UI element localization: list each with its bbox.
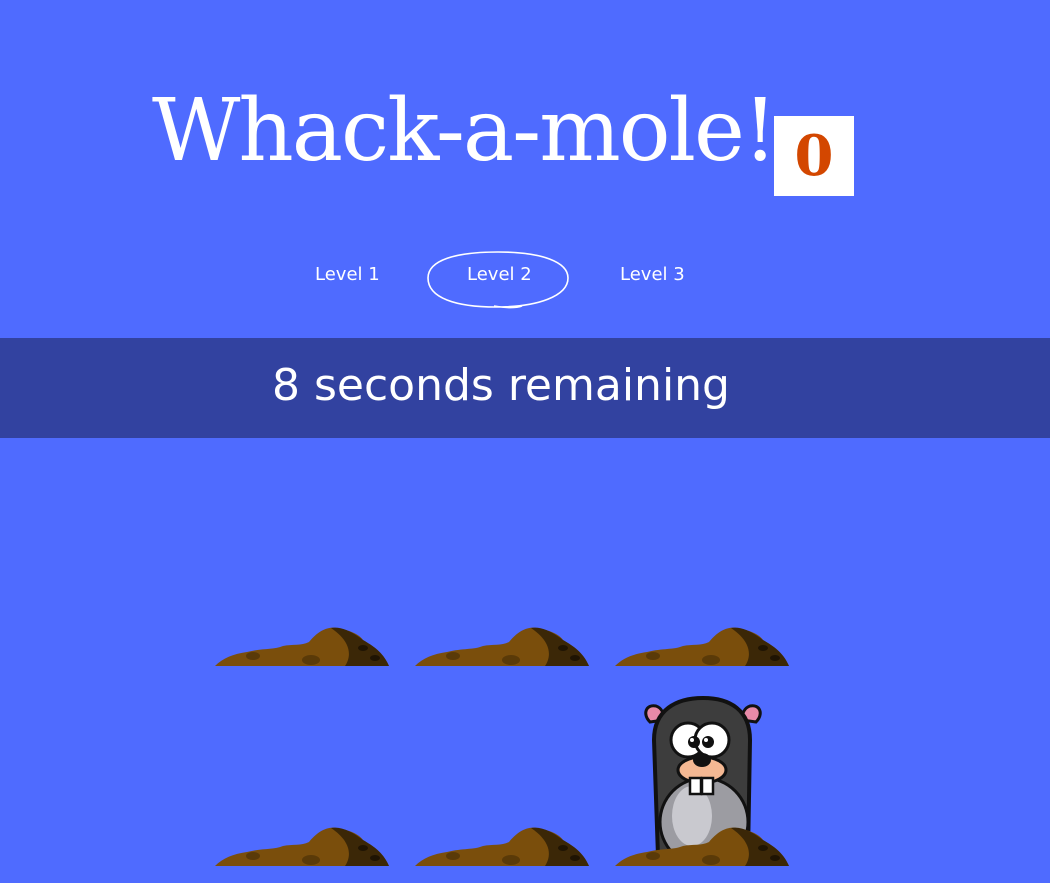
header: Whack-a-mole! 0 [0,0,1050,230]
level-1-button[interactable]: Level 1 [315,264,380,285]
level-2-button[interactable]: Level 2 [467,264,532,285]
dirt-mound-icon[interactable] [213,824,391,866]
dirt-mound-icon[interactable] [413,824,591,866]
score-counter: 0 [774,116,854,196]
level-3-button[interactable]: Level 3 [620,264,685,285]
level-selector: Level 1 Level 2 Level 3 [0,250,1050,310]
game-title: Whack-a-mole! [152,81,777,181]
timer-text: 8 seconds remaining [272,360,730,411]
dirt-mound-icon[interactable] [213,624,391,666]
timer-bar: 8 seconds remaining [0,338,1050,438]
dirt-mound-icon[interactable] [613,624,791,666]
dirt-mound-icon[interactable] [413,624,591,666]
dirt-mound-icon[interactable] [613,824,791,866]
